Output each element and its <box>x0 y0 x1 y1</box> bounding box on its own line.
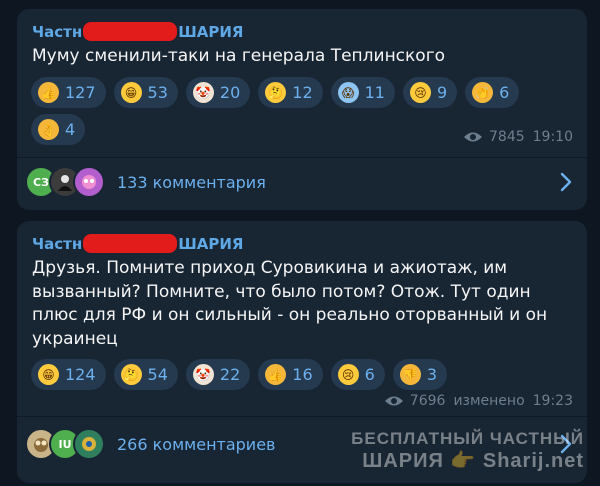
post-meta: 7845 19:10 <box>463 129 573 145</box>
reaction-count: 20 <box>219 83 241 102</box>
post-time: 19:23 <box>532 393 573 409</box>
grinning-face-icon: 😁 <box>120 82 142 103</box>
clown-face-icon: 🤡 <box>192 364 214 385</box>
edited-label: изменено <box>453 393 525 409</box>
reaction-count: 16 <box>292 365 313 384</box>
reaction-grinning-face[interactable]: 😁 124 <box>31 359 106 390</box>
reaction-thinking-face[interactable]: 🤔 12 <box>258 77 323 108</box>
reaction-count: 54 <box>147 365 168 384</box>
reaction-count: 9 <box>436 83 448 102</box>
emblem-icon <box>82 437 96 451</box>
thinking-face-icon: 🤔 <box>120 364 142 385</box>
crying-face-icon: 😢 <box>409 82 431 103</box>
reaction-count: 6 <box>364 365 375 384</box>
reaction-clapping-hands[interactable]: 👏 6 <box>465 77 520 108</box>
reaction-thumbs-up[interactable]: 👍 127 <box>31 77 106 108</box>
avatar <box>73 166 105 198</box>
reaction-thinking-face[interactable]: 🤔 54 <box>113 359 178 390</box>
reaction-screaming-face[interactable]: 😱 11 <box>330 77 395 108</box>
clapping-hands-icon: 👏 <box>472 82 494 103</box>
reaction-count: 124 <box>65 365 96 384</box>
owl-icon <box>34 438 48 452</box>
post-text: Друзья. Помните приход Суровикина и ажио… <box>32 258 548 349</box>
crying-face-icon: 😢 <box>337 364 359 385</box>
channel-name-prefix: Частн <box>32 22 83 41</box>
divider <box>17 416 587 417</box>
comments-count-label: 133 комментария <box>117 172 266 192</box>
channel-watermark: БЕСПЛАТНЫЙ ЧАСТНЫЙ ШАРИЯ 👉 Sharij.net <box>351 428 584 472</box>
post-text: Муму сменили-таки на генерала Теплинског… <box>32 46 446 66</box>
post-meta: 7696 изменено 19:23 <box>384 393 573 409</box>
view-count: 7696 <box>409 393 446 409</box>
view-count: 7845 <box>489 129 525 145</box>
channel-name-suffix: ШАРИЯ <box>178 22 244 41</box>
ok-hand-icon: 👌 <box>38 119 59 140</box>
watermark-line-1: БЕСПЛАТНЫЙ ЧАСТНЫЙ <box>351 429 584 448</box>
channel-name-prefix: Частн <box>32 234 83 253</box>
clown-face-icon: 🤡 <box>192 82 214 103</box>
avatar <box>73 428 105 460</box>
reaction-crying-face[interactable]: 😢 9 <box>402 77 458 108</box>
reaction-count: 4 <box>65 120 76 139</box>
reaction-count: 12 <box>292 83 313 102</box>
reaction-thumbs-down[interactable]: 👎 3 <box>392 359 447 390</box>
redaction-mark <box>83 22 178 41</box>
grinning-face-icon: 😁 <box>38 364 59 385</box>
reaction-count: 22 <box>219 365 241 384</box>
channel-name-suffix: ШАРИЯ <box>178 234 244 253</box>
reaction-count: 3 <box>426 365 437 384</box>
divider <box>17 157 587 158</box>
reactions-bar: 😁 124 🤔 54 🤡 22 👍 16 😢 6 👎 3 <box>31 359 561 396</box>
thumbs-down-icon: 👎 <box>399 364 421 385</box>
reaction-count: 11 <box>364 83 385 102</box>
reaction-crying-face[interactable]: 😢 6 <box>330 359 385 390</box>
reaction-count: 6 <box>499 83 510 102</box>
thumbs-up-icon: 👍 <box>265 364 287 385</box>
commenter-avatars: IU <box>25 428 105 460</box>
eye-icon <box>464 132 482 142</box>
channel-post: Частн ШАРИЯ Муму сменили-таки на генерал… <box>17 9 587 210</box>
cartoon-icon <box>82 175 96 189</box>
chevron-right-icon <box>560 172 572 192</box>
commenter-avatars: СЗ <box>25 166 105 198</box>
reaction-count: 53 <box>147 83 168 102</box>
thinking-face-icon: 🤔 <box>265 82 287 103</box>
reaction-clown-face[interactable]: 🤡 22 <box>185 359 251 390</box>
reaction-grinning-face[interactable]: 😁 53 <box>113 77 178 108</box>
reaction-thumbs-up[interactable]: 👍 16 <box>258 359 323 390</box>
screaming-face-icon: 😱 <box>337 82 359 103</box>
reaction-clown-face[interactable]: 🤡 20 <box>185 77 251 108</box>
reaction-count: 127 <box>65 83 96 102</box>
thumbs-up-icon: 👍 <box>38 82 59 103</box>
comments-link[interactable]: СЗ 133 комментария <box>25 162 573 202</box>
channel-name[interactable]: Частн ШАРИЯ <box>32 22 243 41</box>
redaction-mark <box>83 234 178 253</box>
eye-icon <box>384 396 403 406</box>
channel-name[interactable]: Частн ШАРИЯ <box>32 234 243 253</box>
post-time: 19:10 <box>532 129 573 145</box>
reaction-ok-hand[interactable]: 👌 4 <box>31 114 86 145</box>
person-icon <box>58 175 72 191</box>
watermark-line-2: ШАРИЯ 👉 Sharij.net <box>362 450 584 472</box>
